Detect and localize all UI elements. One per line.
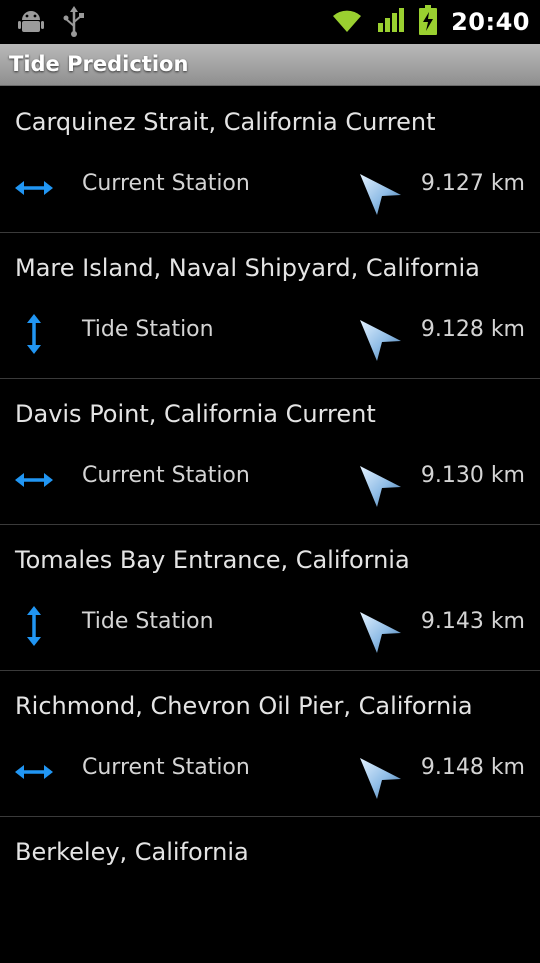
android-debug-icon <box>18 8 44 40</box>
station-type: Tide Station <box>82 317 214 342</box>
station-name: Berkeley, California <box>15 838 249 866</box>
station-type: Current Station <box>82 755 250 780</box>
bearing-arrow-icon <box>357 755 403 801</box>
page-title: Tide Prediction <box>9 52 189 76</box>
vertical-arrow-icon <box>13 605 55 647</box>
station-type: Tide Station <box>82 609 214 634</box>
list-item[interactable]: Richmond, Chevron Oil Pier, California C… <box>0 671 540 817</box>
horizontal-arrow-icon <box>13 167 55 209</box>
station-distance: 9.128 km <box>420 317 525 342</box>
wifi-icon <box>331 7 363 37</box>
station-list[interactable]: Carquinez Strait, California Current Cur… <box>0 87 540 963</box>
station-name: Mare Island, Naval Shipyard, California <box>15 254 480 282</box>
station-name: Richmond, Chevron Oil Pier, California <box>15 692 473 720</box>
battery-charging-icon <box>419 5 438 39</box>
signal-icon <box>377 7 405 37</box>
station-type: Current Station <box>82 171 250 196</box>
station-name: Carquinez Strait, California Current <box>15 108 436 136</box>
bearing-arrow-icon <box>357 609 403 655</box>
station-distance: 9.127 km <box>420 171 525 196</box>
list-item[interactable]: Mare Island, Naval Shipyard, California … <box>0 233 540 379</box>
vertical-arrow-icon <box>13 313 55 355</box>
list-item[interactable]: Davis Point, California Current Current … <box>0 379 540 525</box>
station-distance: 9.130 km <box>420 463 525 488</box>
list-item[interactable]: Berkeley, California <box>0 817 540 963</box>
horizontal-arrow-icon <box>13 751 55 793</box>
bearing-arrow-icon <box>357 171 403 217</box>
station-name: Tomales Bay Entrance, California <box>15 546 410 574</box>
status-time: 20:40 <box>451 8 530 36</box>
station-distance: 9.143 km <box>420 609 525 634</box>
bearing-arrow-icon <box>357 317 403 363</box>
station-name: Davis Point, California Current <box>15 400 376 428</box>
usb-icon <box>62 6 86 42</box>
horizontal-arrow-icon <box>13 459 55 501</box>
status-bar: 20:40 <box>0 0 540 44</box>
station-type: Current Station <box>82 463 250 488</box>
list-item[interactable]: Carquinez Strait, California Current Cur… <box>0 87 540 233</box>
bearing-arrow-icon <box>357 463 403 509</box>
list-item[interactable]: Tomales Bay Entrance, California Tide St… <box>0 525 540 671</box>
station-distance: 9.148 km <box>420 755 525 780</box>
app-title-bar: Tide Prediction <box>0 44 540 86</box>
